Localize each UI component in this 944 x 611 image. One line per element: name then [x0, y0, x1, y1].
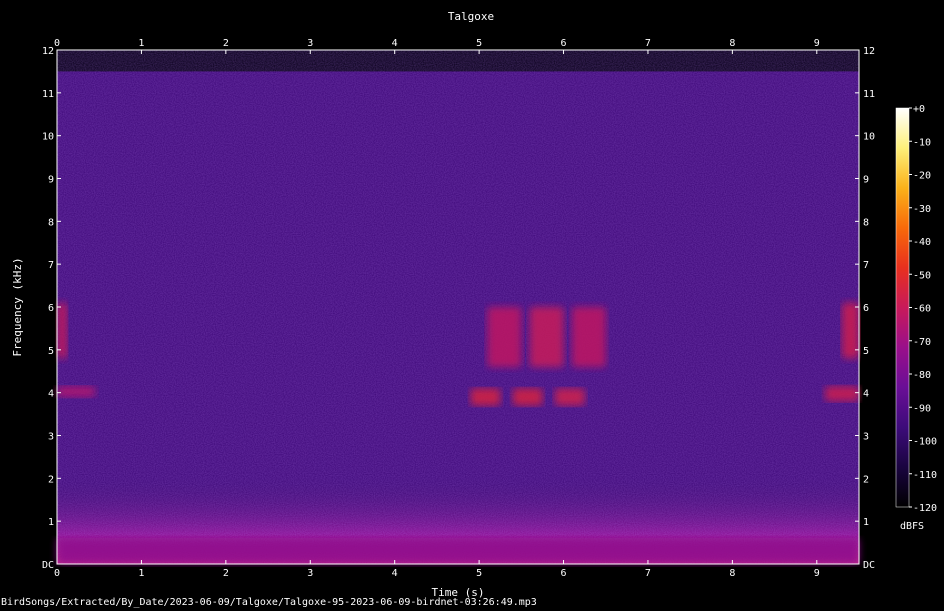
- x-tick-label: 8: [729, 568, 735, 579]
- colorbar-tick-label: +0: [913, 104, 925, 115]
- y-tick-label-right: 3: [863, 432, 869, 443]
- chart-title: Talgoxe: [448, 10, 494, 23]
- colorbar-tick-label: -110: [913, 470, 937, 481]
- call-energy-mark: [825, 386, 859, 402]
- y-tick-label-right: 11: [863, 89, 875, 100]
- x-tick-label: 1: [138, 38, 144, 49]
- y-tick-label-right: 7: [863, 260, 869, 271]
- call-energy-mark: [470, 388, 501, 406]
- y-tick-label: DC: [42, 560, 54, 571]
- y-tick-label: 2: [48, 474, 54, 485]
- y-axis-label: Frequency (kHz): [11, 257, 24, 356]
- y-tick-label-right: DC: [863, 560, 875, 571]
- x-tick-label: 7: [645, 568, 651, 579]
- y-tick-label-right: 12: [863, 46, 875, 57]
- file-path-footer: BirdSongs/Extracted/By_Date/2023-06-09/T…: [1, 597, 537, 608]
- colorbar-tick-label: -70: [913, 337, 931, 348]
- call-energy-mark: [487, 307, 522, 367]
- colorbar-tick-label: -20: [913, 171, 931, 182]
- call-energy-mark: [57, 538, 859, 564]
- x-tick-label: 2: [223, 38, 229, 49]
- x-tick-label: 3: [307, 38, 313, 49]
- x-tick-label: 5: [476, 38, 482, 49]
- colorbar-tick-label: -80: [913, 370, 931, 381]
- y-tick-label-right: 8: [863, 217, 869, 228]
- y-tick-label: 1: [48, 517, 54, 528]
- call-energy-mark: [512, 388, 543, 406]
- y-tick-label-right: 9: [863, 175, 869, 186]
- x-tick-label: 0: [54, 38, 60, 49]
- x-tick-label: 5: [476, 568, 482, 579]
- x-tick-label: 0: [54, 568, 60, 579]
- y-tick-label: 11: [42, 89, 54, 100]
- y-tick-label-right: 1: [863, 517, 869, 528]
- x-tick-label: 4: [392, 568, 398, 579]
- x-tick-label: 6: [561, 568, 567, 579]
- colorbar-tick-label: -30: [913, 204, 931, 215]
- y-tick-label-right: 5: [863, 346, 869, 357]
- y-tick-label-right: 6: [863, 303, 869, 314]
- colorbar-tick-label: -10: [913, 137, 931, 148]
- colorbar-tick-label: -60: [913, 304, 931, 315]
- colorbar-tick-label: -120: [913, 503, 937, 514]
- colorbar-gradient: [895, 107, 910, 508]
- noise-texture: [57, 50, 859, 564]
- y-tick-label-right: 4: [863, 389, 869, 400]
- y-tick-label: 8: [48, 217, 54, 228]
- x-tick-label: 2: [223, 568, 229, 579]
- x-tick-label: 4: [392, 38, 398, 49]
- colorbar-tick-label: -100: [913, 437, 937, 448]
- y-tick-label: 5: [48, 346, 54, 357]
- call-energy-mark: [555, 388, 585, 406]
- y-tick-label: 12: [42, 46, 54, 57]
- x-tick-label: 8: [729, 38, 735, 49]
- y-tick-label-right: 2: [863, 474, 869, 485]
- call-energy-mark: [57, 386, 95, 397]
- y-tick-label-right: 10: [863, 132, 875, 143]
- y-tick-label: 7: [48, 260, 54, 271]
- call-energy-mark: [571, 307, 606, 367]
- y-tick-label: 9: [48, 175, 54, 186]
- colorbar-tick-label: -90: [913, 403, 931, 414]
- y-tick-label: 4: [48, 389, 54, 400]
- colorbar-tick-label: -50: [913, 270, 931, 281]
- colorbar-label: dBFS: [900, 521, 924, 532]
- x-tick-label: 1: [138, 568, 144, 579]
- x-tick-label: 7: [645, 38, 651, 49]
- y-tick-label: 3: [48, 432, 54, 443]
- colorbar-tick-label: -40: [913, 237, 931, 248]
- x-tick-label: 9: [814, 38, 820, 49]
- call-energy-mark: [529, 307, 564, 367]
- x-tick-label: 9: [814, 568, 820, 579]
- y-tick-label: 6: [48, 303, 54, 314]
- y-tick-label: 10: [42, 132, 54, 143]
- x-tick-label: 3: [307, 568, 313, 579]
- x-tick-label: 6: [561, 38, 567, 49]
- spectrogram-chart: 00112233445566778899DC DC1 12 23 34 45 56 67 78 8…: [11, 10, 937, 599]
